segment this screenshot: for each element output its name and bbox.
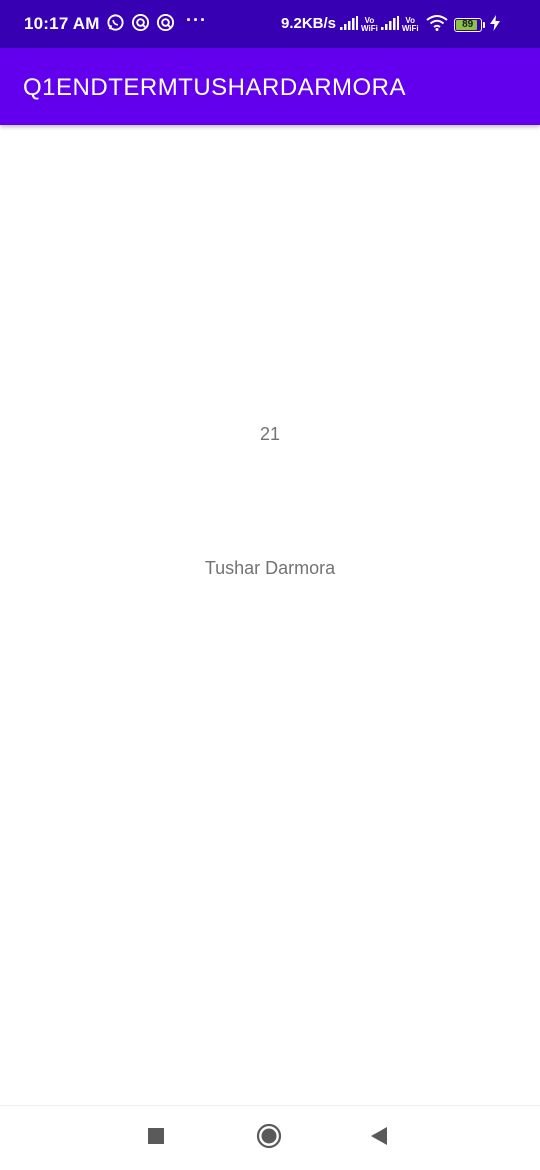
back-triangle-icon [370, 1126, 388, 1151]
wifi-icon [426, 14, 448, 36]
battery-level: 89 [462, 19, 474, 30]
back-button[interactable] [349, 1106, 409, 1170]
home-button[interactable] [239, 1106, 299, 1170]
whatsapp-icon [106, 13, 131, 37]
battery-nub [482, 22, 485, 28]
status-time: 10:17 AM [24, 14, 100, 33]
more-notifications-indicator: ··· [186, 10, 207, 30]
network-speed: 9.2KB/s [281, 15, 337, 32]
vowifi-label: Vo WiFi [401, 16, 419, 33]
app-title: Q1ENDTERMTUSHARDARMORA [23, 74, 407, 101]
navigation-bar [0, 1105, 540, 1170]
app-notification-icon [156, 13, 181, 37]
charging-icon [489, 14, 500, 36]
system-icons: Vo WiFi Vo WiFi 89 [340, 14, 500, 36]
number-text: 21 [259, 424, 281, 444]
battery-icon: 89 [453, 18, 482, 32]
notification-icons [106, 13, 181, 37]
app-notification-icon [131, 13, 156, 37]
recents-square-icon [147, 1127, 165, 1150]
app-bar: Q1ENDTERMTUSHARDARMORA [0, 48, 540, 125]
name-text: Tushar Darmora [204, 558, 336, 578]
signal-icon [380, 15, 399, 35]
app-screen: 10:17 AM ··· 9.2KB/s Vo WiFi Vo WiFi 89 … [0, 0, 540, 1170]
home-circle-icon [256, 1123, 282, 1154]
vowifi-label: Vo WiFi [361, 16, 378, 33]
recents-button[interactable] [126, 1106, 186, 1170]
signal-icon [340, 15, 358, 35]
status-bar: 10:17 AM ··· 9.2KB/s Vo WiFi Vo WiFi 89 [0, 0, 540, 48]
